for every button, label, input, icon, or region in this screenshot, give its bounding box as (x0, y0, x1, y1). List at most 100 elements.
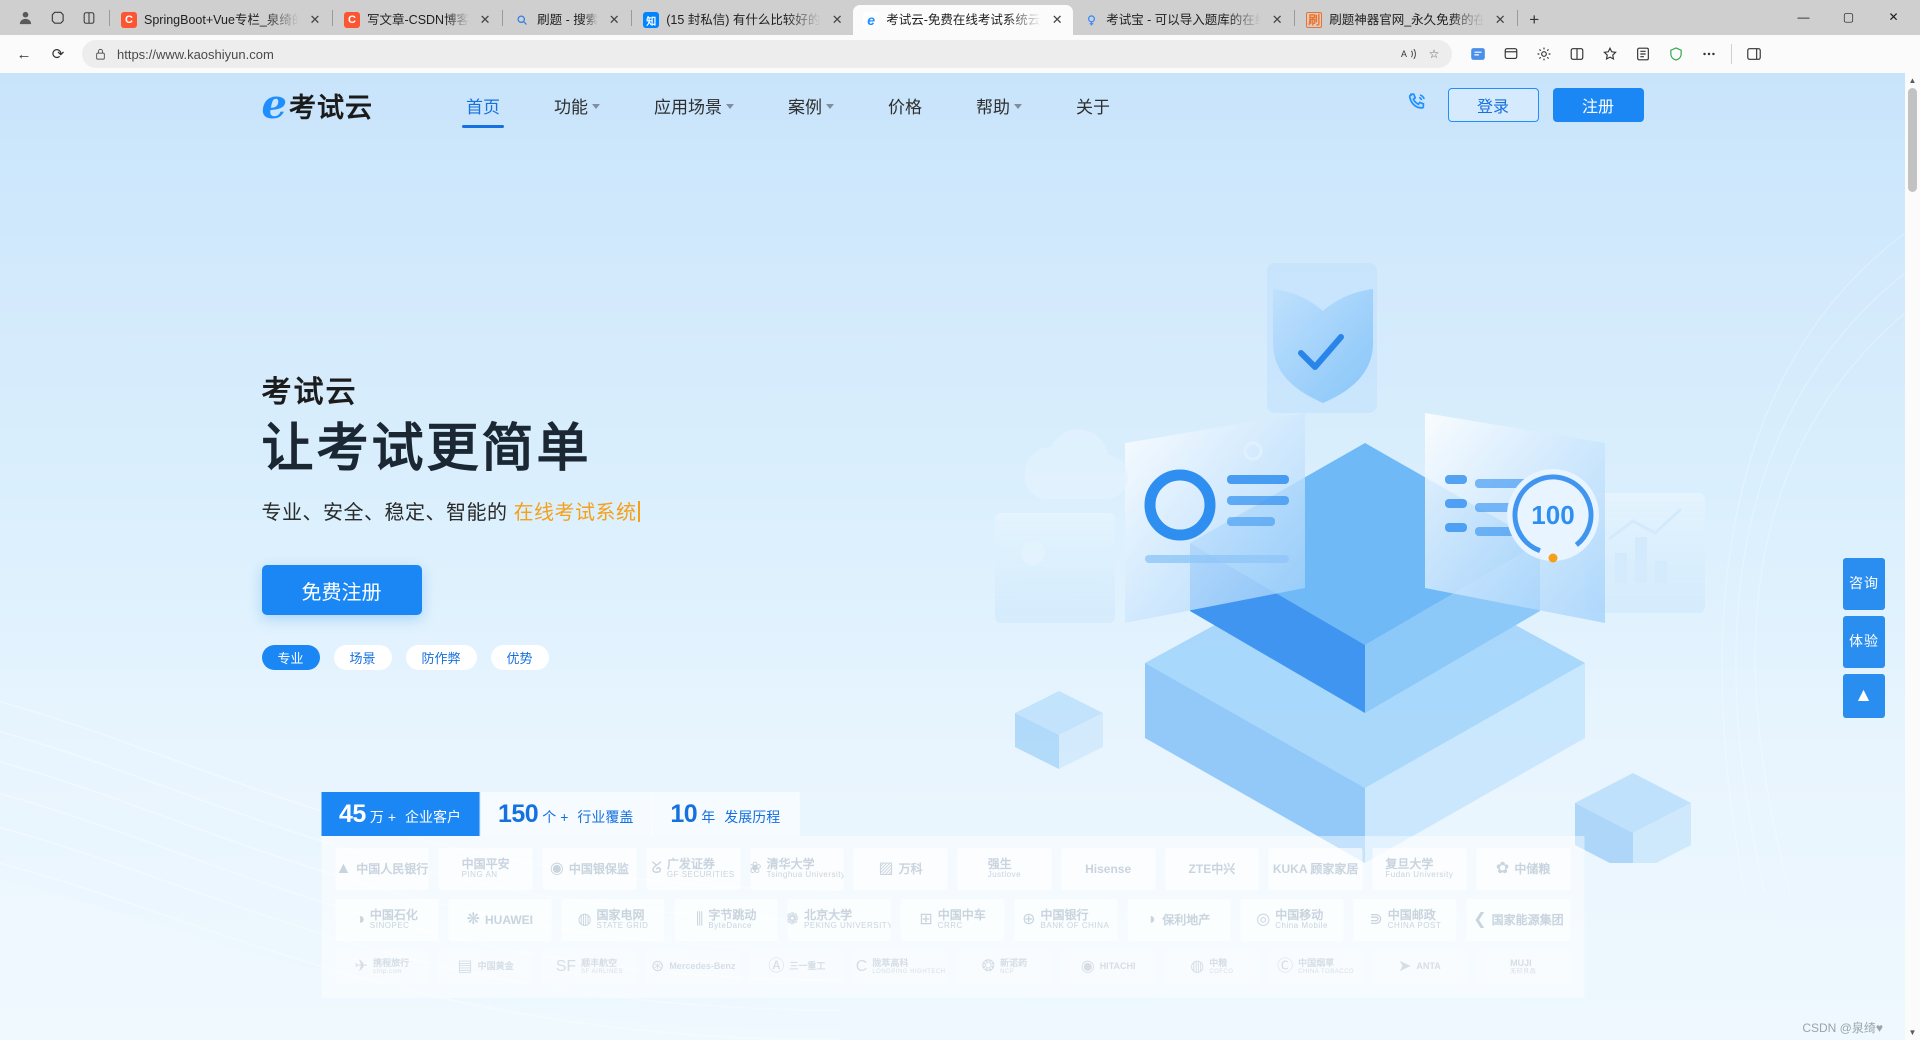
hero-desc-plain: 专业、安全、稳定、智能的 (261, 502, 514, 525)
more-options-icon[interactable] (1693, 39, 1725, 69)
client-logo: Hisense (1061, 848, 1155, 890)
stat-number: 45 (339, 800, 366, 828)
client-logo-row: ✈ 携程旅行 ctrip.com ▤ 中国黄金 SF 顺丰航空 SF AIRLINES ⊛ Mer… (335, 950, 1570, 984)
stat-plus: + (387, 809, 396, 825)
stat-label: 行业覆盖 (577, 809, 634, 825)
profile-avatar-icon[interactable] (12, 5, 38, 31)
kaoshibao-icon (1083, 12, 1099, 28)
favorites-icon[interactable] (1594, 39, 1626, 69)
reload-button[interactable]: ⟳ (42, 39, 74, 69)
address-bar[interactable]: https://www.kaoshiyun.com A ☆ (82, 40, 1452, 68)
client-logo: ⊕ 中国银行 BANK OF CHINA (1014, 899, 1118, 941)
collections-icon[interactable] (1462, 39, 1494, 69)
url-text: https://www.kaoshiyun.com (117, 46, 274, 62)
browser-tab-active[interactable]: e 考试云-免费在线考试系统云平 ✕ (853, 5, 1074, 35)
watermark: CSDN @泉绮♥ (1802, 1021, 1883, 1035)
split-view-icon[interactable] (76, 5, 102, 31)
tab-strip: C SpringBoot+Vue专栏_泉绮的博 ✕ C 写文章-CSDN博客 ✕… (0, 0, 1920, 35)
close-window-button[interactable]: ✕ (1871, 0, 1916, 34)
client-logo-text: 顺丰航空 SF AIRLINES (581, 958, 623, 975)
free-register-button[interactable]: 免费注册 (261, 565, 422, 616)
browser-tab[interactable]: 知 (15 封私信) 有什么比较好的免 ✕ (633, 5, 853, 35)
browser-tab[interactable]: 刷 刷题神器官网_永久免费的在线 ✕ (1296, 5, 1516, 35)
client-logo-text: Hisense (1085, 861, 1132, 876)
nav-item-cases[interactable]: 案例 (761, 73, 861, 137)
browser-tab[interactable]: 考试宝 - 可以导入题库的在线 ✕ (1073, 5, 1293, 35)
page-scrollbar[interactable]: ▲ ▼ (1905, 73, 1920, 1040)
client-logo-name-cn: 保利地产 (1162, 912, 1211, 927)
client-logo-text: 中国石化 SINOPEC (370, 909, 418, 931)
tab-close-icon[interactable]: ✕ (1491, 11, 1509, 29)
back-button[interactable]: ← (8, 39, 40, 69)
hero-tag-advantage[interactable]: 优势 (490, 645, 549, 671)
browser-tab[interactable]: 刷题 - 搜索 ✕ (504, 5, 630, 35)
settings-gear-icon[interactable] (1528, 39, 1560, 69)
maximize-button[interactable]: ▢ (1826, 0, 1871, 34)
hero-tag-scenario[interactable]: 场景 (333, 645, 392, 671)
experience-button[interactable]: 体验 (1843, 616, 1885, 668)
client-logo-mark: ◑ (355, 911, 365, 928)
client-logo-mark: ❂ (981, 958, 996, 975)
nav-label: 功能 (553, 97, 588, 117)
client-logo: ❋ HUAWEI (448, 899, 552, 941)
nav-item-help[interactable]: 帮助 (949, 73, 1049, 137)
register-button[interactable]: 注册 (1552, 88, 1644, 122)
scrollbar-thumb[interactable] (1908, 88, 1917, 192)
browser-essentials-icon[interactable] (1495, 39, 1527, 69)
browser-tab[interactable]: C 写文章-CSDN博客 ✕ (334, 5, 501, 35)
hero-tag-professional[interactable]: 专业 (261, 645, 320, 671)
back-to-top-button[interactable]: ▲ (1843, 674, 1885, 718)
extensions-icon[interactable] (1660, 39, 1692, 69)
new-tab-button[interactable]: + (1519, 5, 1549, 35)
client-logo-name-cn: 中国银保监 (568, 861, 629, 876)
hero-desc-highlight: 在线考试系统 (513, 502, 637, 525)
scroll-down-arrow[interactable]: ▼ (1905, 1025, 1920, 1040)
tab-search-icon[interactable] (44, 5, 70, 31)
nav-item-home[interactable]: 首页 (439, 73, 527, 137)
nav-item-pricing[interactable]: 价格 (861, 73, 949, 137)
nav-item-about[interactable]: 关于 (1049, 73, 1137, 137)
tab-close-icon[interactable]: ✕ (476, 11, 494, 29)
read-aloud-icon[interactable]: A (1401, 48, 1417, 60)
hero-tag-list: 专业 场景 防作弊 优势 (261, 645, 1644, 671)
favorite-star-icon[interactable]: ☆ (1426, 47, 1442, 61)
site-logo[interactable]: e 考试云 (262, 85, 373, 125)
tab-close-icon[interactable]: ✕ (828, 11, 846, 29)
browser-toolbar: ← ⟳ https://www.kaoshiyun.com A ☆ (0, 35, 1920, 73)
split-screen-icon[interactable] (1561, 39, 1593, 69)
login-button[interactable]: 登录 (1447, 88, 1539, 122)
scroll-up-arrow[interactable]: ▲ (1905, 73, 1920, 88)
client-logo-mark: ⊞ (919, 911, 933, 928)
client-logo-name-cn: MUJI (1510, 957, 1532, 968)
client-logo-name-cn: 中国烟草 (1298, 957, 1335, 968)
nav-item-scenarios[interactable]: 应用场景 (627, 73, 761, 137)
bing-search-icon (514, 12, 530, 28)
collections-panel-icon[interactable] (1627, 39, 1659, 69)
chevron-down-icon (591, 104, 600, 109)
client-logo-name-cn: HITACHI (1099, 961, 1136, 972)
client-logo-mark: ◍ (1190, 958, 1205, 975)
phone-icon[interactable] (1406, 91, 1428, 119)
nav-item-features[interactable]: 功能 (527, 73, 627, 137)
tab-close-icon[interactable]: ✕ (1268, 11, 1286, 29)
client-logo-mark: ◗ (1147, 911, 1158, 928)
client-logo-name-cn: 中储粮 (1514, 861, 1551, 876)
tab-close-icon[interactable]: ✕ (1048, 11, 1066, 29)
tab-close-icon[interactable]: ✕ (605, 11, 623, 29)
client-logo: ◉ 中国银保监 (542, 848, 637, 890)
client-logo-name-en: SINOPEC (369, 921, 410, 931)
browser-tab[interactable]: C SpringBoot+Vue专栏_泉绮的博 ✕ (111, 5, 331, 35)
hero-tag-anticheat[interactable]: 防作弊 (405, 645, 477, 671)
tab-divider (631, 9, 633, 26)
client-logo-name-en: China Mobile (1275, 921, 1328, 931)
client-logo-mark: ❀ (750, 860, 762, 877)
tab-close-icon[interactable]: ✕ (306, 11, 324, 29)
nav-label: 应用场景 (653, 97, 722, 117)
client-logo-name-en: GF SECURITIES (666, 870, 735, 880)
client-logo-mark: ▤ (457, 958, 473, 975)
consult-button[interactable]: 咨询 (1843, 558, 1885, 610)
client-logo: ⫼ 字节跳动 ByteDance (674, 899, 778, 941)
minimize-button[interactable]: — (1781, 0, 1826, 34)
client-logo-name-cn: Hisense (1085, 861, 1132, 876)
sidebar-toggle-icon[interactable] (1738, 39, 1770, 69)
